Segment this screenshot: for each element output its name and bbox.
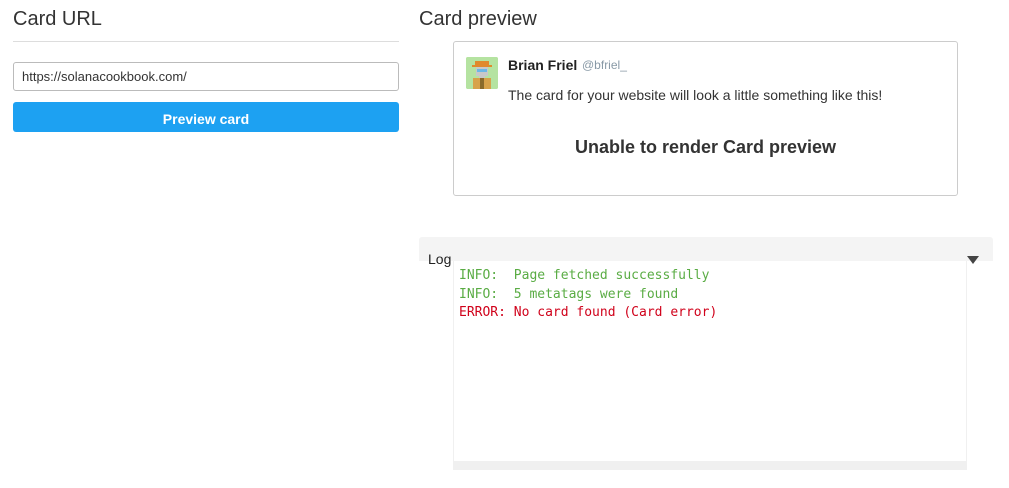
card-preview-title: Card preview [419, 8, 537, 30]
log-scrollbar[interactable] [453, 461, 967, 470]
avatar [466, 57, 498, 89]
tweet-text: The card for your website will look a li… [508, 87, 883, 103]
author-name: Brian Friel [508, 57, 578, 73]
tweet-card: Brian Friel @bfriel_ The card for your w… [453, 41, 958, 196]
card-url-input[interactable] [13, 62, 399, 91]
log-header[interactable] [419, 237, 993, 261]
card-render-error: Unable to render Card preview [574, 137, 837, 157]
log-panel: Log INFO: Page fetched successfully INFO… [419, 237, 993, 470]
card-validator-page: Card URL Preview card Card preview Brian [0, 0, 1009, 488]
card-url-section: Card URL Preview card [13, 0, 399, 132]
log-line: INFO: 5 metatags were found [459, 286, 679, 302]
caret-down-icon[interactable] [967, 256, 979, 264]
card-url-title: Card URL [13, 8, 102, 30]
author-handle: @bfriel_ [582, 58, 627, 72]
section-divider [13, 41, 399, 42]
card-preview-section: Card preview Brian Friel @bfriel_ The ca… [419, 0, 994, 470]
log-output: INFO: Page fetched successfully INFO: 5 … [453, 261, 967, 470]
log-lines: INFO: Page fetched successfully INFO: 5 … [454, 261, 966, 323]
avatar-image [466, 57, 498, 89]
log-line: INFO: Page fetched successfully [459, 268, 710, 283]
preview-card-button[interactable]: Preview card [13, 102, 399, 132]
log-label: Log [428, 251, 452, 267]
log-line: ERROR: No card found (Card error) [459, 305, 718, 320]
